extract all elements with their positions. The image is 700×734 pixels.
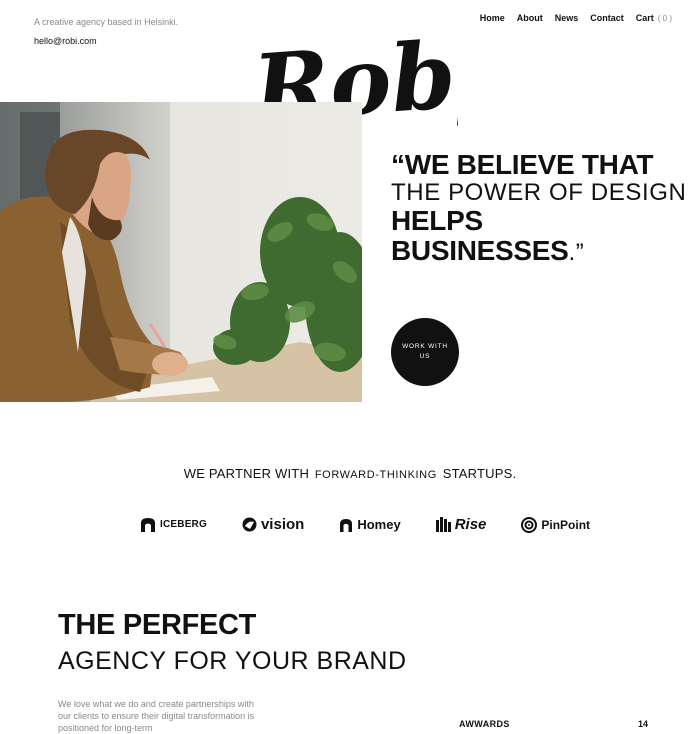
partner-logo-homey-text: Homey — [357, 517, 401, 532]
nav-about[interactable]: About — [517, 13, 543, 23]
hero-photo — [0, 102, 362, 402]
nav-cart[interactable]: Cart( 0 ) — [636, 13, 672, 23]
cart-count: ( 0 ) — [657, 14, 672, 23]
partner-logo-vision-text: vision — [260, 516, 305, 533]
main-nav: Home About News Contact Cart( 0 ) — [480, 13, 672, 23]
iceberg-icon — [141, 518, 155, 532]
section-title-line-1: THE PERFECT — [58, 609, 257, 641]
hero-quote: “WE BELIEVE THAT THE POWER OF DESIGN HEL… — [391, 149, 691, 267]
rise-icon — [435, 517, 451, 532]
quote-line-4: BUSINESSES.” — [391, 236, 691, 266]
quote-line-2: THE POWER OF DESIGN — [391, 179, 687, 207]
quote-line-1: “WE BELIEVE THAT — [391, 149, 654, 180]
agency-tagline: A creative agency based in Helsinki. — [34, 17, 179, 27]
partners-heading-mid: FORWARD-THINKING — [314, 469, 437, 481]
nav-home[interactable]: Home — [480, 13, 505, 23]
partner-logo-vision[interactable]: vision — [242, 516, 304, 533]
pinpoint-icon — [521, 516, 538, 533]
partners-heading-start: WE PARTNER WITH — [183, 466, 310, 481]
partner-logo-homey[interactable]: Homey — [339, 517, 401, 532]
partners-heading: WE PARTNER WITH FORWARD-THINKING STARTUP… — [0, 466, 700, 481]
partner-logo-iceberg[interactable]: ICEBERG — [140, 517, 207, 532]
work-with-us-label: WORK WITH US — [402, 343, 448, 360]
work-with-us-button[interactable]: WORK WITH US — [391, 318, 459, 386]
quote-line-3: HELPS — [391, 205, 483, 237]
quote-line-4-text: BUSINESSES — [391, 235, 569, 267]
awards-label: AWWARDS — [459, 719, 510, 729]
partner-logo-pinpoint[interactable]: PinPoint — [521, 516, 591, 533]
partner-logo-iceberg-text: ICEBERG — [160, 519, 207, 530]
vision-icon — [242, 517, 257, 532]
partners-heading-end: STARTUPS. — [442, 466, 517, 481]
man-writing-illustration — [0, 102, 362, 402]
nav-contact[interactable]: Contact — [590, 13, 624, 23]
section-title-line-2: AGENCY FOR YOUR BRAND — [58, 647, 407, 675]
contact-email-link[interactable]: hello@robi.com — [34, 36, 97, 46]
partner-logo-pinpoint-text: PinPoint — [541, 517, 591, 532]
partner-logos: ICEBERG vision Homey Rise PinPoint — [140, 516, 590, 533]
homey-icon — [340, 518, 353, 532]
cart-label: Cart — [635, 13, 654, 23]
partner-logo-rise-text: Rise — [454, 516, 487, 533]
about-paragraph: We love what we do and create partnershi… — [58, 699, 255, 734]
nav-news[interactable]: News — [555, 13, 579, 23]
quote-line-4-end: .” — [568, 239, 585, 267]
partner-logo-rise[interactable]: Rise — [435, 516, 487, 533]
awards-count: 14 — [638, 719, 649, 729]
